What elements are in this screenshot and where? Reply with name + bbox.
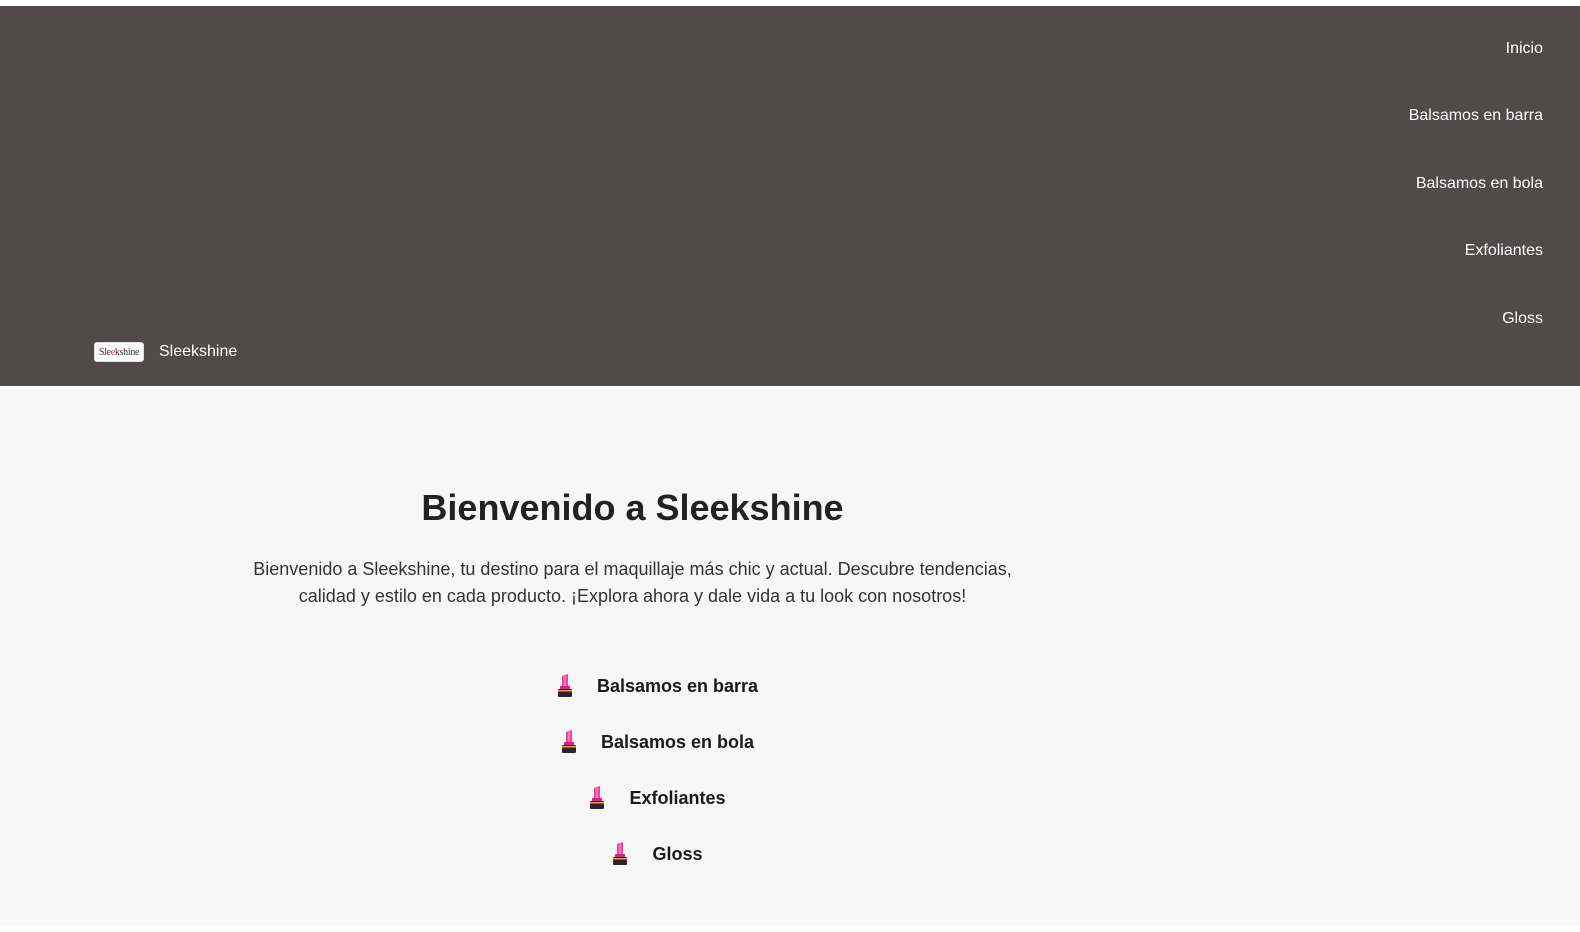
product-label: Exfoliantes	[629, 787, 726, 808]
lipstick-icon	[561, 730, 576, 753]
product-label: Gloss	[652, 843, 703, 864]
lipstick-icon	[613, 842, 628, 865]
lipstick-icon	[590, 786, 605, 809]
brand-logo-text: Sleekshine	[98, 346, 140, 358]
page: Inicio Balsamos en barra Balsamos en bol…	[0, 0, 1580, 932]
product-category-list: Balsamos en barra Balsamos en bola Exfol…	[0, 674, 1313, 898]
nav-link-balsamos-en-barra[interactable]: Balsamos en barra	[1409, 106, 1543, 126]
product-label: Balsamos en barra	[596, 675, 759, 696]
brand-link[interactable]: Sleekshine Sleekshine	[94, 342, 237, 362]
nav-link-balsamos-en-bola[interactable]: Balsamos en bola	[1416, 174, 1543, 194]
nav-link-exfoliantes[interactable]: Exfoliantes	[1465, 241, 1543, 261]
product-link-balsamos-en-barra[interactable]: Balsamos en barra	[0, 674, 1313, 698]
product-link-balsamos-en-bola[interactable]: Balsamos en bola	[0, 730, 1313, 754]
brand-logo: Sleekshine	[94, 342, 144, 362]
site-header: Inicio Balsamos en barra Balsamos en bol…	[0, 6, 1580, 386]
bottom-edge	[0, 926, 1580, 932]
nav-link-inicio[interactable]: Inicio	[1506, 39, 1543, 59]
main-content: Bienvenido a Sleekshine Bienvenido a Sle…	[0, 386, 1580, 932]
intro-text: Bienvenido a Sleekshine, tu destino para…	[253, 559, 1012, 606]
lipstick-icon	[557, 674, 572, 697]
nav-link-gloss[interactable]: Gloss	[1502, 309, 1543, 329]
page-title: Bienvenido a Sleekshine	[421, 487, 844, 528]
brand-name: Sleekshine	[159, 343, 238, 360]
product-link-gloss[interactable]: Gloss	[0, 842, 1313, 866]
product-label: Balsamos en bola	[600, 731, 755, 752]
product-link-exfoliantes[interactable]: Exfoliantes	[0, 786, 1313, 810]
